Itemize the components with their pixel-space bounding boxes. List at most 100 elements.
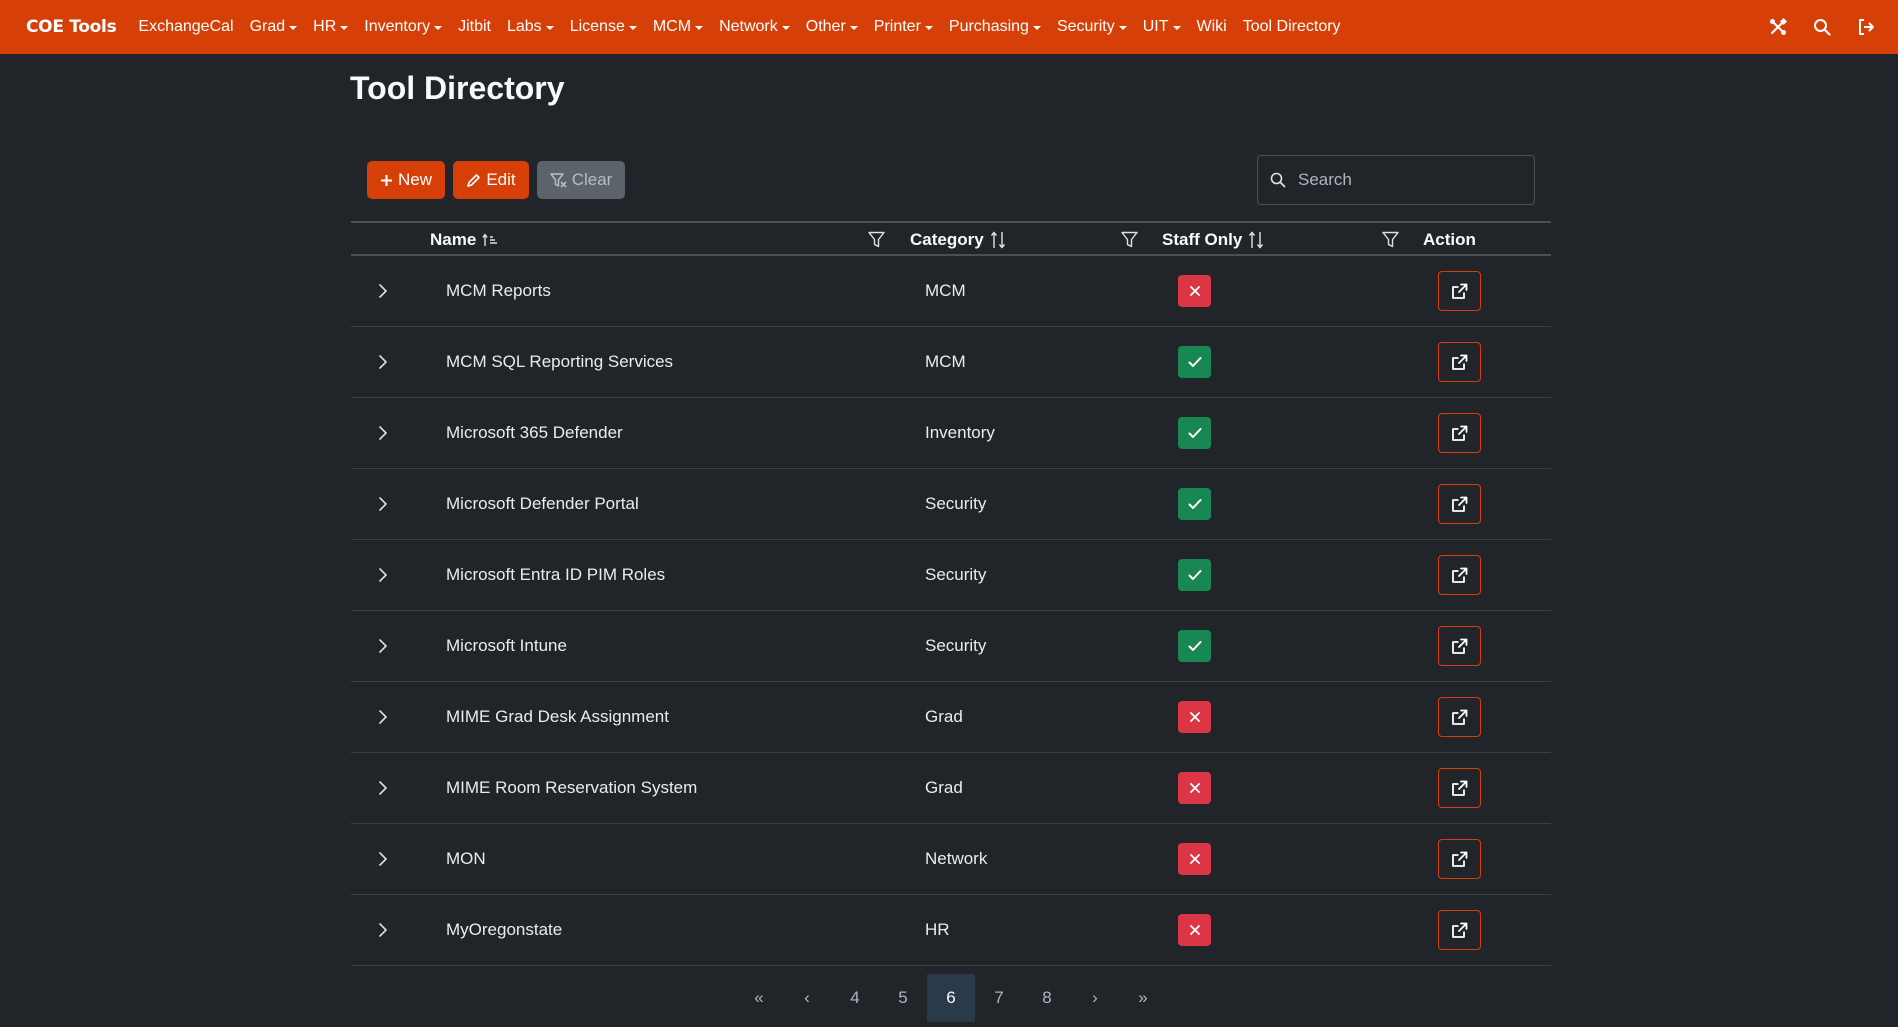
table-row[interactable]: MIME Room Reservation System Grad [351,753,1551,824]
column-header-staff-only[interactable]: Staff Only [1162,230,1265,250]
column-header-name-label: Name [430,230,477,249]
expand-row-chevron-icon[interactable] [373,327,393,397]
open-external-link-button[interactable] [1438,626,1481,666]
open-external-link-button[interactable] [1438,768,1481,808]
page-button-8[interactable]: 8 [1023,974,1071,1022]
open-external-link-button[interactable] [1438,910,1481,950]
nav-item-mcm[interactable]: MCM [652,18,704,36]
nav-item-exchangecal[interactable]: ExchangeCal [138,18,233,36]
cell-action [1438,611,1481,681]
search-input[interactable] [1298,170,1518,190]
new-button[interactable]: New [367,161,445,199]
open-external-link-button[interactable] [1438,697,1481,737]
expand-row-chevron-icon[interactable] [373,895,393,965]
external-link-icon [1451,567,1468,584]
expand-row-chevron-icon[interactable] [373,753,393,823]
nav-right-icons [1768,0,1876,54]
expand-row-chevron-icon[interactable] [373,256,393,326]
nav-item-inventory[interactable]: Inventory [364,18,443,36]
external-link-icon [1451,496,1468,513]
open-external-link-button[interactable] [1438,413,1481,453]
open-external-link-button[interactable] [1438,555,1481,595]
cell-action [1438,398,1481,468]
sort-ascending-icon [482,233,498,246]
nav-item-label: ExchangeCal [138,18,234,35]
open-external-link-button[interactable] [1438,484,1481,524]
column-header-category[interactable]: Category [910,230,1007,250]
nav-item-network[interactable]: Network [719,18,790,36]
next-page-button[interactable]: › [1071,974,1119,1022]
cell-action [1438,256,1481,326]
sign-out-icon[interactable] [1856,17,1876,37]
page-button-5[interactable]: 5 [879,974,927,1022]
page-button-4[interactable]: 4 [831,974,879,1022]
nav-item-jitbit[interactable]: Jitbit [458,18,491,36]
x-icon [1178,843,1211,875]
table-row[interactable]: Microsoft 365 Defender Inventory [351,398,1551,469]
caret-down-icon [545,25,554,30]
table-row[interactable]: MIME Grad Desk Assignment Grad [351,682,1551,753]
filter-icon[interactable] [868,231,885,248]
expand-row-chevron-icon[interactable] [373,398,393,468]
page-button-7[interactable]: 7 [975,974,1023,1022]
nav-item-purchasing[interactable]: Purchasing [949,18,1041,36]
expand-row-chevron-icon[interactable] [373,611,393,681]
cell-name: MyOregonstate [446,920,563,939]
prev-page-button[interactable]: ‹ [783,974,831,1022]
table-row[interactable]: MyOregonstate HR [351,895,1551,966]
x-icon [1178,275,1211,307]
table-row[interactable]: Microsoft Intune Security [351,611,1551,682]
table-row[interactable]: Microsoft Entra ID PIM Roles Security [351,540,1551,611]
nav-item-license[interactable]: License [570,18,637,36]
filter-icon[interactable] [1121,231,1138,248]
open-external-link-button[interactable] [1438,839,1481,879]
brand-logo[interactable]: COE Tools [26,17,117,37]
nav-item-hr[interactable]: HR [313,18,349,36]
nav-item-label: Labs [506,18,542,35]
nav-item-uit[interactable]: UIT [1143,18,1181,36]
cell-name: MON [446,849,486,868]
expand-row-chevron-icon[interactable] [373,824,393,894]
table-header: Name Category Staff Only Action [351,221,1551,256]
external-link-icon [1451,425,1468,442]
expand-row-chevron-icon[interactable] [373,469,393,539]
nav-item-label: MCM [652,18,692,35]
table-row[interactable]: MCM SQL Reporting Services MCM [351,327,1551,398]
edit-button-label: Edit [486,170,516,189]
search-icon[interactable] [1812,17,1832,37]
edit-button[interactable]: Edit [453,161,529,199]
nav-item-labs[interactable]: Labs [507,18,554,36]
table-row[interactable]: MON Network [351,824,1551,895]
nav-item-wiki[interactable]: Wiki [1197,18,1227,36]
nav-item-other[interactable]: Other [806,18,858,36]
pencil-icon [467,173,481,187]
table-row[interactable]: Microsoft Defender Portal Security [351,469,1551,540]
table-row[interactable]: MCM Reports MCM [351,256,1551,327]
column-header-name[interactable]: Name [430,230,499,250]
clear-button[interactable]: Clear [537,161,625,199]
last-page-button[interactable]: » [1119,974,1167,1022]
open-external-link-button[interactable] [1438,342,1481,382]
cell-staff-only [1178,895,1211,965]
tools-icon[interactable] [1768,17,1788,37]
page-button-6[interactable]: 6 [927,974,975,1022]
cell-action [1438,824,1481,894]
nav-item-label: Jitbit [458,18,491,35]
expand-row-chevron-icon[interactable] [373,682,393,752]
nav-item-tool-directory[interactable]: Tool Directory [1243,18,1341,36]
nav-item-printer[interactable]: Printer [874,18,933,36]
nav-item-security[interactable]: Security [1057,18,1127,36]
external-link-icon [1451,709,1468,726]
check-icon [1178,346,1211,378]
check-icon [1178,630,1211,662]
x-icon [1178,772,1211,804]
expand-row-chevron-icon[interactable] [373,540,393,610]
filter-icon[interactable] [1382,231,1399,248]
nav-item-label: Inventory [364,18,431,35]
first-page-button[interactable]: « [735,974,783,1022]
x-icon [1178,914,1211,946]
external-link-icon [1451,922,1468,939]
caret-down-icon [781,25,790,30]
open-external-link-button[interactable] [1438,271,1481,311]
nav-item-grad[interactable]: Grad [250,18,298,36]
